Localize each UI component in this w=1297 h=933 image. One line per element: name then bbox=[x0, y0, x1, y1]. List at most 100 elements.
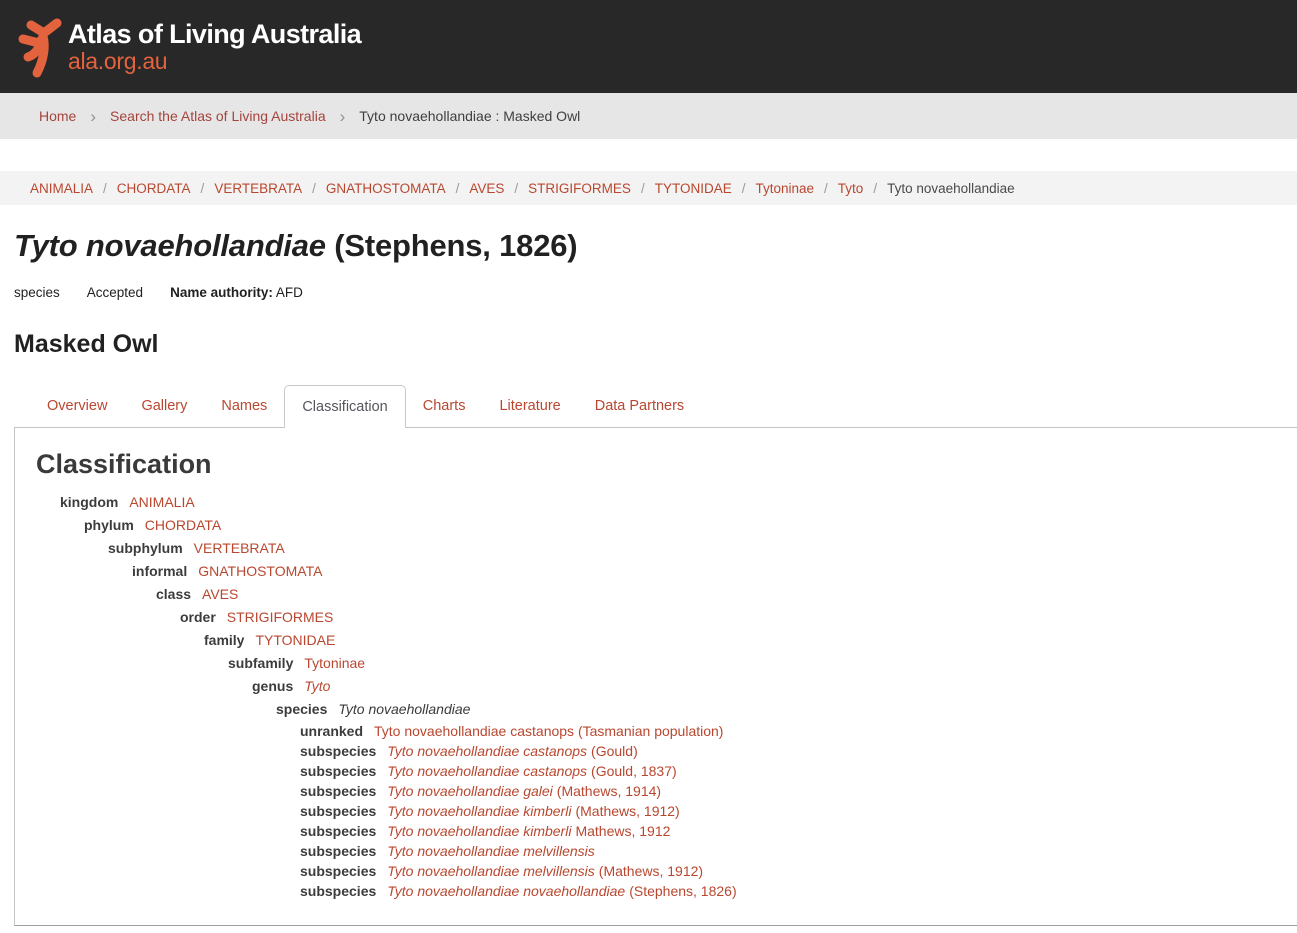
tab-literature[interactable]: Literature bbox=[482, 385, 577, 427]
taxon-author: (Gould) bbox=[591, 743, 638, 759]
taxonomy-breadcrumb-item: STRIGIFORMES / bbox=[528, 181, 655, 196]
rank-label: species bbox=[276, 701, 327, 717]
tab-label: Gallery bbox=[141, 398, 187, 414]
classification-row: genusTyto bbox=[36, 675, 1277, 698]
taxonomy-breadcrumb-link[interactable]: AVES bbox=[469, 181, 504, 196]
classification-row: species Tyto novaehollandiae bbox=[36, 698, 1277, 721]
rank-label: subspecies bbox=[300, 863, 376, 879]
rank-label: subfamily bbox=[228, 655, 293, 671]
taxon-link[interactable]: STRIGIFORMES bbox=[227, 609, 334, 625]
classification-row: phylum CHORDATA bbox=[36, 514, 1277, 537]
rank-label: subspecies bbox=[300, 783, 376, 799]
classification-row: subspecies Tyto novaehollandiae castanops… bbox=[36, 741, 1277, 761]
taxon-link[interactable]: VERTEBRATA bbox=[194, 540, 285, 556]
tab-classification[interactable]: Classification bbox=[284, 385, 405, 428]
main-content: Tyto novaehollandiae (Stephens, 1826) sp… bbox=[0, 228, 1297, 926]
taxonomy-breadcrumb-link[interactable]: VERTEBRATA bbox=[214, 181, 302, 196]
taxonomy-breadcrumb-link[interactable]: Tyto bbox=[838, 181, 864, 196]
rank-label: subspecies bbox=[300, 763, 376, 779]
taxonomy-breadcrumb-item: AVES / bbox=[469, 181, 528, 196]
taxon-name: AVES bbox=[202, 586, 238, 602]
taxon-meta: species Accepted Name authority: AFD bbox=[14, 285, 1297, 300]
rank-label: subphylum bbox=[108, 540, 183, 556]
taxon-link[interactable]: Tyto novaehollandiae melvillensis(Mathew… bbox=[387, 863, 703, 879]
tab-label: Names bbox=[221, 398, 267, 414]
tab-overview[interactable]: Overview bbox=[30, 385, 124, 427]
rank-value: species bbox=[14, 285, 60, 300]
taxon-name: TYTONIDAE bbox=[255, 632, 335, 648]
taxonomy-breadcrumb-link[interactable]: CHORDATA bbox=[117, 181, 191, 196]
rank-label: unranked bbox=[300, 723, 363, 739]
taxonomy-separator: / bbox=[742, 181, 746, 196]
tab-charts[interactable]: Charts bbox=[406, 385, 483, 427]
taxon-link[interactable]: Tytoninae bbox=[304, 655, 365, 671]
taxonomy-separator: / bbox=[641, 181, 645, 196]
taxonomy-breadcrumb-link[interactable]: GNATHOSTOMATA bbox=[326, 181, 446, 196]
breadcrumb: Home › Search the Atlas of Living Austra… bbox=[0, 93, 1297, 139]
taxon-link[interactable]: CHORDATA bbox=[145, 517, 221, 533]
taxonomy-breadcrumb-link[interactable]: Tytoninae bbox=[755, 181, 814, 196]
taxonomy-separator: / bbox=[873, 181, 877, 196]
taxonomy-separator: / bbox=[312, 181, 316, 196]
tab-label: Literature bbox=[499, 398, 560, 414]
breadcrumb-link[interactable]: Home bbox=[39, 108, 76, 124]
taxonomy-breadcrumb-item: GNATHOSTOMATA / bbox=[326, 181, 470, 196]
classification-row: subspeciesTyto novaehollandiae kimberli(… bbox=[36, 801, 1277, 821]
taxon-link[interactable]: Tyto bbox=[304, 678, 330, 694]
taxonomy-breadcrumb-link[interactable]: STRIGIFORMES bbox=[528, 181, 631, 196]
taxon-link[interactable]: Tyto novaehollandiae castanops(Gould, 18… bbox=[387, 763, 676, 779]
common-name: Masked Owl bbox=[14, 330, 1297, 359]
taxonomy-breadcrumb: ANIMALIA / CHORDATA / VERTEBRATA / GNATH… bbox=[0, 171, 1297, 205]
taxon-link[interactable]: Tyto novaehollandiae kimberli(Mathews, 1… bbox=[387, 803, 679, 819]
taxon-name: Tyto novaehollandiae bbox=[338, 701, 470, 717]
taxonomy-breadcrumb-link[interactable]: TYTONIDAE bbox=[655, 181, 732, 196]
taxonomy-breadcrumb-item: VERTEBRATA / bbox=[214, 181, 326, 196]
taxon-name: Tyto novaehollandiae castanops (Tasmania… bbox=[374, 723, 723, 739]
classification-list: kingdom ANIMALIA phylum CHORDATA subphylum… bbox=[36, 491, 1277, 901]
breadcrumb-link: Tyto novaehollandiae : Masked Owl bbox=[359, 108, 580, 124]
rank-label: family bbox=[204, 632, 244, 648]
classification-row: classAVES bbox=[36, 583, 1277, 606]
classification-row: subspecies Tyto novaehollandiae novaeholl… bbox=[36, 881, 1277, 901]
taxon-name: ANIMALIA bbox=[129, 494, 194, 510]
taxon-link[interactable]: GNATHOSTOMATA bbox=[198, 563, 322, 579]
taxon-author: Mathews, 1912 bbox=[575, 823, 670, 839]
tab-label: Data Partners bbox=[595, 398, 684, 414]
breadcrumb-item: Tyto novaehollandiae : Masked Owl bbox=[359, 108, 580, 124]
taxon-link[interactable]: ANIMALIA bbox=[129, 494, 194, 510]
breadcrumb-link[interactable]: Search the Atlas of Living Australia bbox=[110, 108, 326, 124]
taxonomy-separator: / bbox=[456, 181, 460, 196]
taxon-name: Tyto novaehollandiae kimberli bbox=[387, 823, 571, 839]
taxonomy-breadcrumb-item: CHORDATA / bbox=[117, 181, 215, 196]
taxonomy-breadcrumb-item: Tytoninae / bbox=[755, 181, 837, 196]
taxon-author: (Mathews, 1912) bbox=[599, 863, 703, 879]
taxon-link[interactable]: Tyto novaehollandiae castanops (Tasmania… bbox=[374, 723, 723, 739]
taxonomy-breadcrumb-item: TYTONIDAE / bbox=[655, 181, 756, 196]
taxonomy-breadcrumb-link[interactable]: ANIMALIA bbox=[30, 181, 93, 196]
rank-label: kingdom bbox=[60, 494, 118, 510]
taxon-link[interactable]: Tyto novaehollandiae galei(Mathews, 1914… bbox=[387, 783, 661, 799]
taxon-link[interactable]: TYTONIDAE bbox=[255, 632, 335, 648]
rank-label: subspecies bbox=[300, 883, 376, 899]
rank-label: subspecies bbox=[300, 743, 376, 759]
tab-gallery[interactable]: Gallery bbox=[124, 385, 204, 427]
tab-data-partners[interactable]: Data Partners bbox=[578, 385, 701, 427]
classification-row: subspecies Tyto novaehollandiae castanops… bbox=[36, 761, 1277, 781]
classification-row: subspecies Tyto novaehollandiae melvillen… bbox=[36, 861, 1277, 881]
tab-names[interactable]: Names bbox=[204, 385, 284, 427]
taxon-link[interactable]: Tyto novaehollandiae melvillensis bbox=[387, 843, 595, 859]
taxon-link[interactable]: Tyto novaehollandiae kimberliMathews, 19… bbox=[387, 823, 670, 839]
taxon-name: Tyto novaehollandiae melvillensis bbox=[387, 843, 595, 859]
taxon-name: STRIGIFORMES bbox=[227, 609, 334, 625]
taxon-link[interactable]: Tyto novaehollandiae novaehollandiae(Ste… bbox=[387, 883, 736, 899]
breadcrumb-item: Home › bbox=[39, 108, 110, 125]
taxon-link[interactable]: AVES bbox=[202, 586, 238, 602]
ala-logo-icon bbox=[10, 12, 66, 82]
rank-label: phylum bbox=[84, 517, 134, 533]
taxon-link[interactable]: Tyto novaehollandiae castanops(Gould) bbox=[387, 743, 637, 759]
classification-row: subspeciesTyto novaehollandiae melvillen… bbox=[36, 841, 1277, 861]
taxon-name: Tyto novaehollandiae castanops bbox=[387, 763, 587, 779]
ala-home-link[interactable]: Atlas of Living Australia ala.org.au bbox=[10, 12, 361, 82]
taxonomy-separator: / bbox=[103, 181, 107, 196]
taxon-author: (Mathews, 1914) bbox=[557, 783, 661, 799]
